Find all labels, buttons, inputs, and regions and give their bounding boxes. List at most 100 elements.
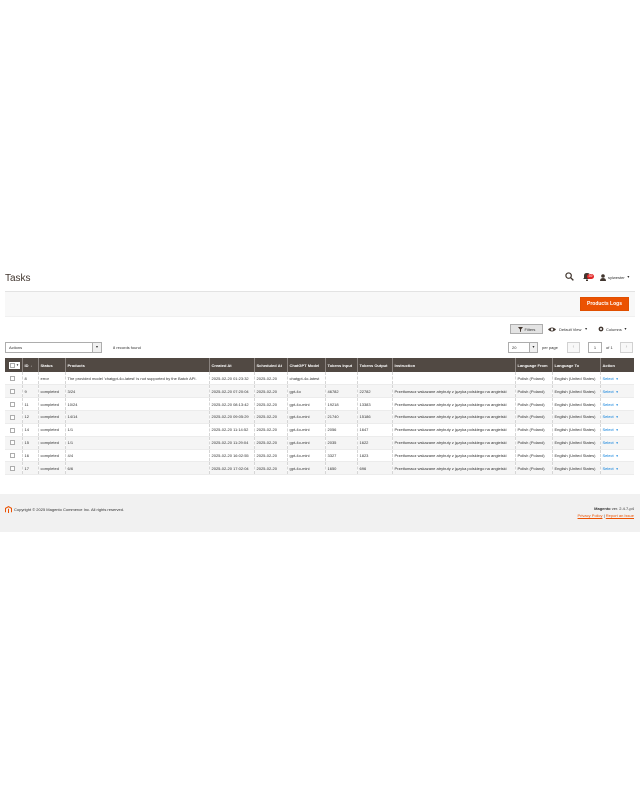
grid-toolbar-bottom: Actions ▼ 8 records found 20 ▼ per page …: [5, 342, 635, 354]
table-row[interactable]: 17 completed 6/6 2025-02-20 17:02:04 2025-02…: [5, 461, 634, 476]
row-action-select[interactable]: Select ▼: [603, 440, 619, 445]
cell-language-to: English (United States): [551, 397, 600, 412]
cell-language-from: Polish (Poland): [514, 397, 552, 412]
row-checkbox[interactable]: [10, 414, 15, 420]
column-header-language-to[interactable]: Language To: [551, 358, 600, 372]
report-issue-link[interactable]: Report an Issue: [606, 513, 634, 518]
row-checkbox[interactable]: [10, 375, 15, 381]
row-action-select[interactable]: Select ▼: [603, 414, 619, 419]
cell-id: 12: [21, 410, 38, 424]
cell-created-at: 2025-02-20 17:02:04: [208, 461, 254, 476]
table-row[interactable]: 12 completed 14/14 2025-02-20 09:05:29 2025-…: [5, 410, 634, 424]
brand-name: Magento: [594, 506, 611, 511]
chevron-down-icon: ▼: [615, 441, 619, 446]
column-header-created-at[interactable]: Created At: [208, 358, 254, 372]
view-switcher[interactable]: Default View ▼: [548, 324, 588, 334]
row-checkbox[interactable]: [10, 453, 15, 459]
cell-products: 1/1: [64, 423, 209, 437]
per-page-select[interactable]: 20 ▼: [508, 342, 538, 353]
next-page-button[interactable]: ›: [620, 342, 633, 353]
column-header-products[interactable]: Products: [64, 358, 209, 372]
cell-scheduled-at: 2025-02-20: [253, 423, 287, 437]
row-action-select[interactable]: Select ▼: [603, 402, 619, 407]
mass-select-header[interactable]: ▼: [5, 358, 22, 372]
row-select-cell: [5, 372, 22, 386]
cell-model: gpt-4o-mini: [286, 397, 325, 412]
row-checkbox[interactable]: [10, 401, 15, 407]
cell-id: 15: [21, 436, 38, 450]
chevron-down-icon: ▼: [615, 415, 619, 420]
column-header-model[interactable]: ChatGPT Model: [286, 358, 325, 372]
row-select-cell: [5, 397, 22, 412]
column-header-tokens-output[interactable]: Tokens Output: [356, 358, 392, 372]
row-action-select[interactable]: Select ▼: [603, 427, 619, 432]
row-action-label: Select: [602, 452, 614, 458]
cell-id: 8: [21, 372, 38, 386]
mass-actions-value: Actions: [9, 345, 23, 350]
cell-instruction: Przetłumacz wskazane atrybuty z języka p…: [391, 423, 515, 437]
table-row[interactable]: 14 completed 1/1 2025-02-20 11:14:52 2025-02…: [5, 423, 634, 437]
cell-tokens-input: 3327: [324, 449, 357, 463]
footer-links: Privacy Policy | Report an Issue: [578, 513, 634, 518]
cell-status: completed: [37, 384, 65, 399]
row-select-cell: [5, 436, 22, 450]
row-action-label: Select: [602, 388, 614, 394]
row-checkbox[interactable]: [10, 388, 15, 394]
cell-language-to: English (United States): [551, 410, 600, 424]
column-header-tokens-input[interactable]: Tokens Input: [324, 358, 357, 372]
cell-tokens-output: 22782: [356, 384, 392, 399]
row-checkbox[interactable]: [10, 427, 15, 433]
privacy-policy-link[interactable]: Privacy Policy: [578, 513, 603, 518]
mass-actions-select[interactable]: Actions ▼: [5, 342, 102, 353]
table-row[interactable]: 8 error The provided model 'chatgpt-4o-lat…: [5, 372, 634, 386]
row-checkbox[interactable]: [10, 440, 15, 446]
per-page-value: 20: [512, 345, 517, 350]
notification-count-badge: 39: [587, 274, 594, 279]
table-row[interactable]: 15 completed 1/1 2025-02-20 11:29:04 2025-02…: [5, 436, 634, 450]
cell-created-at: 2025-02-20 08:13:42: [208, 397, 254, 412]
products-logs-button[interactable]: Products Logs: [579, 297, 629, 311]
search-icon[interactable]: [565, 272, 574, 281]
cell-tokens-output: 696: [356, 461, 392, 476]
table-row[interactable]: 11 completed 10/24 2025-02-20 08:13:42 2025-…: [5, 397, 634, 412]
cell-instruction: Przetłumacz wskazane atrybuty z języka p…: [391, 410, 515, 424]
link-separator: |: [603, 513, 605, 518]
columns-button[interactable]: Columns ▼: [598, 324, 627, 334]
column-header-id[interactable]: ID ↓: [21, 358, 38, 372]
table-row[interactable]: 9 completed 3/24 2025-02-20 07:20:04 2025-02…: [5, 384, 634, 399]
previous-page-button[interactable]: ‹: [567, 342, 580, 353]
chevron-down-icon: ▼: [615, 402, 619, 407]
row-select-cell: [5, 449, 22, 463]
cell-language-from: Polish (Poland): [514, 410, 552, 424]
table-row[interactable]: 16 completed 4/4 2025-02-20 16:02:55 2025-02…: [5, 449, 634, 463]
cell-scheduled-at: 2025-02-20: [253, 410, 287, 424]
filters-button[interactable]: Filters: [510, 324, 543, 334]
eye-icon: [548, 327, 556, 331]
cell-id: 17: [21, 461, 38, 476]
cell-products: 14/14: [64, 410, 209, 424]
current-page-input[interactable]: 1: [588, 342, 602, 353]
user-account-menu[interactable]: sylwester ▼: [600, 273, 630, 281]
row-action-select[interactable]: Select ▼: [603, 376, 619, 381]
version-info: Magento ver. 2.4.7-p4: [594, 506, 634, 511]
cell-created-at: 2025-02-20 01:23:32: [208, 372, 254, 386]
footer: Copyright © 2025 Magento Commerce Inc. A…: [0, 494, 640, 532]
mass-select-checkbox[interactable]: ▼: [9, 361, 20, 369]
cell-model: chatgpt-4o-latest: [286, 372, 325, 386]
column-header-instruction[interactable]: Instruction: [391, 358, 515, 372]
row-action-select[interactable]: Select ▼: [603, 389, 619, 394]
column-header-scheduled-at[interactable]: Scheduled At: [253, 358, 287, 372]
cell-tokens-output: 15186: [356, 410, 392, 424]
cell-language-to: English (United States): [551, 436, 600, 450]
column-header-status[interactable]: Status: [37, 358, 65, 372]
row-checkbox[interactable]: [10, 466, 15, 472]
column-header-language-from[interactable]: Language From: [514, 358, 552, 372]
cell-created-at: 2025-02-20 16:02:55: [208, 449, 254, 463]
cell-scheduled-at: 2025-02-20: [253, 436, 287, 450]
row-select-cell: [5, 461, 22, 476]
cell-language-from: Polish (Poland): [514, 449, 552, 463]
cell-tokens-output: 1823: [356, 449, 392, 463]
row-action-select[interactable]: Select ▼: [603, 466, 619, 471]
row-action-select[interactable]: Select ▼: [603, 453, 619, 458]
cell-tokens-output: 1647: [356, 423, 392, 437]
